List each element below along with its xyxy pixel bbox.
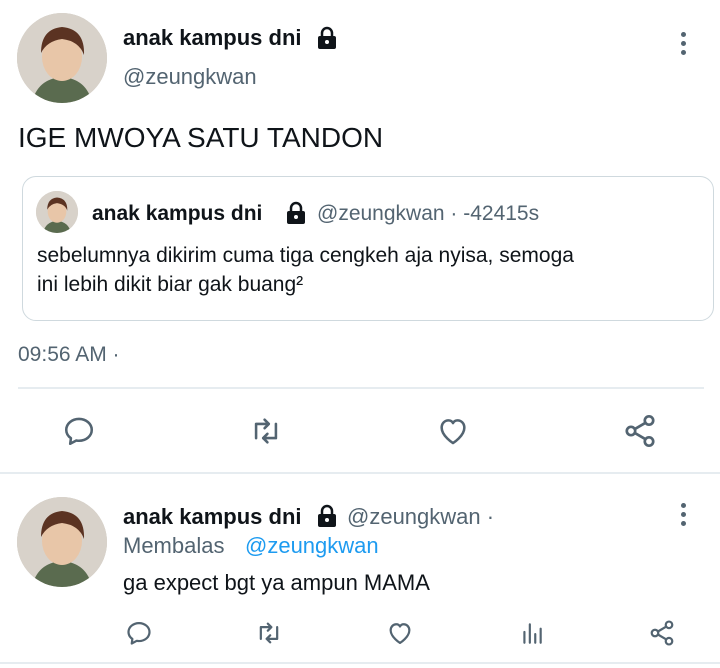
lock-icon: [285, 201, 307, 230]
quoted-meta: @zeungkwan · -42415s: [317, 202, 540, 225]
retweet-icon: [259, 622, 279, 644]
avatar-photo: [17, 13, 107, 103]
like-icon: [389, 623, 411, 645]
section-divider: [0, 472, 720, 474]
replying-to-prefix: Membalas: [123, 533, 225, 558]
quoted-author-name: anak kampus dni: [92, 202, 263, 225]
divider: [18, 387, 704, 389]
dot: [680, 31, 686, 37]
retweet-button[interactable]: [245, 410, 287, 452]
reply-analytics-button[interactable]: [515, 616, 549, 650]
avatar-photo: [36, 191, 78, 233]
quoted-avatar: [36, 191, 78, 233]
tweet-text: IGE MWOYA SATU TANDON: [18, 122, 384, 153]
quoted-text-line-2: ini lebih dikit biar gak buang²: [37, 273, 304, 296]
dot: [680, 40, 686, 46]
reply-like-button[interactable]: [383, 616, 417, 650]
dot: [680, 502, 686, 508]
analytics-icon: [523, 623, 542, 644]
avatar[interactable]: [17, 13, 107, 103]
author-name[interactable]: anak kampus dni: [123, 24, 302, 52]
share-icon: [650, 620, 674, 646]
avatar-photo: [17, 497, 107, 587]
reply-author-handle[interactable]: @zeungkwan ·: [347, 503, 494, 531]
reply-reply-button[interactable]: [122, 616, 156, 650]
reply-more-options-button[interactable]: [673, 499, 693, 529]
reply-button[interactable]: [58, 410, 100, 452]
retweet-icon: [254, 418, 278, 444]
dot: [680, 520, 686, 526]
quoted-text-line-1: sebelumnya dikirim cuma tiga cengkeh aja…: [37, 244, 574, 267]
reply-icon: [64, 417, 94, 446]
replying-to-link[interactable]: @zeungkwan: [245, 532, 379, 560]
reply-author-name[interactable]: anak kampus dni: [123, 503, 302, 531]
lock-icon: [316, 26, 338, 55]
reply-icon: [127, 621, 151, 645]
like-icon: [440, 419, 466, 445]
share-button[interactable]: [619, 410, 661, 452]
more-options-button[interactable]: [673, 28, 693, 58]
lock-icon: [316, 504, 338, 533]
reply-text: ga expect bgt ya ampun MAMA: [123, 570, 430, 595]
author-handle[interactable]: @zeungkwan: [123, 63, 257, 91]
reply-retweet-button[interactable]: [252, 616, 286, 650]
dot: [680, 511, 686, 517]
reply-share-button[interactable]: [645, 616, 679, 650]
dot: [680, 49, 686, 55]
tweet-timestamp[interactable]: 09:56 AM ·: [18, 341, 120, 369]
like-button[interactable]: [432, 410, 474, 452]
reply-avatar[interactable]: [17, 497, 107, 587]
share-icon: [625, 414, 655, 448]
bottom-divider: [0, 662, 720, 664]
